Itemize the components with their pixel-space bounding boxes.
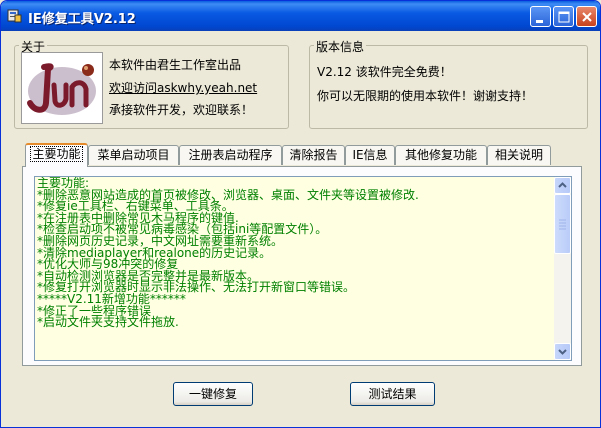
maximize-button[interactable] — [553, 6, 574, 27]
chevron-up-icon — [558, 182, 567, 188]
version-line-2: 你可以无限期的使用本软件！谢谢支持！ — [317, 89, 534, 103]
vertical-scrollbar[interactable] — [554, 177, 571, 360]
close-button[interactable] — [576, 6, 597, 27]
title-bar[interactable]: IE修复工具V2.12 — [1, 1, 600, 31]
minimize-icon — [536, 20, 543, 23]
tab-other-repairs[interactable]: 其他修复功能 — [395, 145, 487, 165]
test-results-button[interactable]: 测试结果 — [350, 382, 435, 406]
studio-logo — [21, 52, 103, 124]
tab-label: 主要功能 — [30, 146, 83, 162]
app-icon — [7, 9, 22, 23]
scroll-thumb[interactable] — [554, 194, 571, 254]
features-textbox[interactable]: 主要功能: *删除恶意网站造成的首页被修改、浏览器、桌面、文件夹等设置被修改. *修… — [34, 176, 572, 361]
tab-clean-report[interactable]: 清除报告 — [282, 145, 345, 165]
maximize-icon — [558, 11, 570, 23]
scroll-down-button[interactable] — [554, 343, 571, 360]
about-line-1: 本软件由君生工作室出品 — [109, 58, 242, 72]
scroll-up-button[interactable] — [554, 177, 571, 194]
about-line-3: 承接软件开发，欢迎联系！ — [109, 103, 254, 117]
close-icon — [582, 12, 592, 22]
window-title: IE修复工具V2.12 — [28, 12, 136, 27]
tab-ie-info[interactable]: IE信息 — [345, 145, 395, 165]
feature-line: *启动文件夹支持文件拖放. — [37, 315, 179, 330]
website-link[interactable]: 欢迎访问askwhy.yeah.net — [109, 79, 257, 96]
main-window: IE修复工具V2.12 关于 本软件由君生工作室出品 欢迎访问askwhy.ye… — [0, 0, 601, 428]
chevron-down-icon — [558, 349, 567, 355]
tab-panel: 主要功能: *删除恶意网站造成的首页被修改、浏览器、桌面、文件夹等设置被修改. *修… — [22, 166, 582, 366]
tab-registry-startup[interactable]: 注册表启动程序 — [179, 145, 282, 165]
one-click-fix-button[interactable]: 一键修复 — [173, 382, 253, 406]
features-text: 主要功能: *删除恶意网站造成的首页被修改、浏览器、桌面、文件夹等设置被修改. *修… — [37, 177, 552, 330]
tab-main-features[interactable]: 主要功能 — [25, 143, 88, 167]
version-line-1: V2.12 该软件完全免费！ — [317, 65, 452, 79]
tab-related-notes[interactable]: 相关说明 — [487, 145, 551, 165]
tab-menu-startup[interactable]: 菜单启动项目 — [88, 145, 179, 165]
version-legend: 版本信息 — [314, 38, 367, 55]
minimize-button[interactable] — [530, 6, 551, 27]
